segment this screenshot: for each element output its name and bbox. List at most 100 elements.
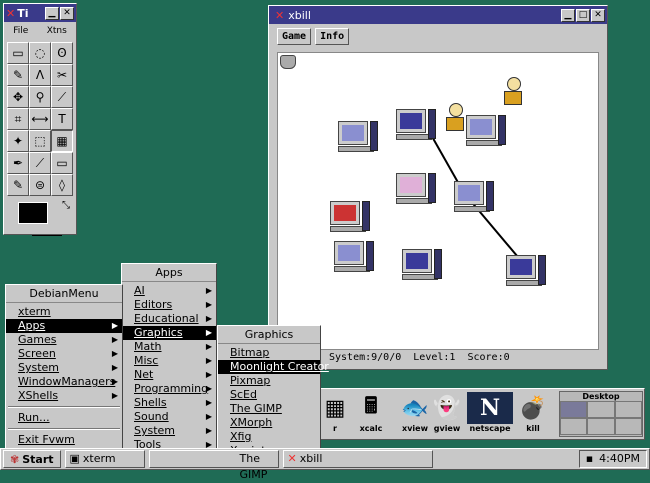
pager-cell[interactable] bbox=[560, 401, 588, 418]
info-button[interactable]: Info bbox=[315, 28, 350, 45]
task-xterm[interactable]: ▣ xterm bbox=[64, 450, 145, 468]
task-xbill[interactable]: ✕ xbill bbox=[282, 450, 433, 468]
ghost-icon: 👻 bbox=[433, 395, 461, 421]
menu-item-system[interactable]: System ▶ bbox=[122, 424, 216, 438]
bill-character-icon[interactable] bbox=[446, 103, 466, 133]
tool-button-icon[interactable]: ʘ bbox=[51, 42, 73, 64]
tool-button-icon[interactable]: ⬚ bbox=[29, 130, 51, 152]
computer-icon[interactable] bbox=[396, 173, 436, 204]
computer-icon[interactable] bbox=[466, 115, 506, 146]
menu-item-xshells[interactable]: XShells ▶ bbox=[6, 389, 122, 403]
game-button[interactable]: Game bbox=[277, 28, 312, 45]
tool-grid: ▭ ◌ ʘ ✎ ᐱ ✂ ✥ ⚲ ⟋ ⌗ ⟷ T ✦ ⬚ ▦ ✒ ⟋ ▭ ✎ ⊜ ◊ bbox=[4, 40, 76, 198]
computer-icon[interactable] bbox=[454, 181, 494, 212]
menu-item-math[interactable]: Math ▶ bbox=[122, 340, 216, 354]
pager-cell[interactable] bbox=[560, 418, 588, 435]
menu-item-apps[interactable]: Apps ▶ bbox=[6, 319, 122, 333]
menu-item-editors[interactable]: Editors ▶ bbox=[122, 298, 216, 312]
tool-button-icon[interactable]: ⟋ bbox=[29, 152, 51, 174]
close-button[interactable]: ✕ bbox=[60, 6, 74, 20]
menu-item-educational[interactable]: Educational ▶ bbox=[122, 312, 216, 326]
menu-file[interactable]: File bbox=[13, 22, 28, 40]
pager-cell[interactable] bbox=[614, 401, 642, 418]
menu-item-screen[interactable]: Screen ▶ bbox=[6, 347, 122, 361]
pager-cell[interactable] bbox=[587, 418, 615, 435]
tool-button-icon[interactable]: ᐱ bbox=[29, 64, 51, 86]
menu-item-xfig[interactable]: Xfig bbox=[218, 430, 320, 444]
menu-item-the-gimp[interactable]: The GIMP bbox=[218, 402, 320, 416]
menu-item-run[interactable]: Run... bbox=[6, 411, 122, 425]
tool-button-icon[interactable]: ✒ bbox=[7, 152, 29, 174]
dock-item-netscape[interactable]: Nnetscape bbox=[467, 392, 513, 438]
menu-item-sced[interactable]: ScEd bbox=[218, 388, 320, 402]
computer-icon[interactable] bbox=[396, 109, 436, 140]
tool-button-icon[interactable]: ✦ bbox=[7, 130, 29, 152]
menu-item-moonlight-creator[interactable]: Moonlight Creator bbox=[218, 360, 329, 374]
menu-item-misc[interactable]: Misc ▶ bbox=[122, 354, 216, 368]
menu-item-shells[interactable]: Shells ▶ bbox=[122, 396, 216, 410]
submenu-arrow-icon: ▶ bbox=[205, 356, 212, 365]
tool-button-icon[interactable]: ⌗ bbox=[7, 108, 29, 130]
menu-item-exit-fvwm[interactable]: Exit Fvwm bbox=[6, 433, 122, 447]
tool-button-icon[interactable]: ✎ bbox=[7, 64, 29, 86]
xbill-playfield[interactable] bbox=[277, 52, 599, 350]
tool-button-icon[interactable]: ▭ bbox=[7, 42, 29, 64]
dock-item-kill[interactable]: 💣 kill bbox=[511, 392, 555, 438]
pager-cell[interactable] bbox=[587, 401, 615, 418]
minimize-button[interactable]: ▁ bbox=[45, 6, 59, 20]
menu-item-ai[interactable]: AI ▶ bbox=[122, 284, 216, 298]
swap-colors-icon[interactable]: ⤡ bbox=[62, 200, 70, 211]
tool-button-icon[interactable]: ◌ bbox=[29, 42, 51, 64]
menu-xtns[interactable]: Xtns bbox=[47, 22, 67, 40]
tool-button-icon[interactable]: ⟋ bbox=[51, 86, 73, 108]
app-dock: ▦ r 🖩 xcalc 🐟 xview 👻 gview Nnetscape 💣 kill … bbox=[320, 388, 645, 440]
menu-item-xterm[interactable]: xterm bbox=[6, 305, 122, 319]
menu-item-xmorph[interactable]: XMorph bbox=[218, 416, 320, 430]
netscape-icon: N bbox=[467, 392, 513, 424]
clock: ▪ 4:40PM bbox=[578, 450, 647, 468]
dock-item-xcalc[interactable]: 🖩 xcalc bbox=[349, 392, 393, 438]
dock-item-gview[interactable]: 👻 gview bbox=[425, 392, 469, 438]
maximize-button[interactable]: □ bbox=[576, 8, 590, 22]
menu-item-games[interactable]: Games ▶ bbox=[6, 333, 122, 347]
menu-item-windowmanagers[interactable]: WindowManagers ▶ bbox=[6, 375, 122, 389]
menu-item-programming[interactable]: Programming ▶ bbox=[122, 382, 216, 396]
tool-button-icon[interactable]: ⚲ bbox=[29, 86, 51, 108]
computer-icon[interactable] bbox=[330, 201, 370, 232]
graphics-menu: Graphics Bitmap Moonlight Creator Pixmap Sc… bbox=[217, 325, 329, 459]
foreground-color[interactable] bbox=[18, 202, 48, 224]
minimize-button[interactable]: ▁ bbox=[561, 8, 575, 22]
menu-item-system[interactable]: System ▶ bbox=[6, 361, 122, 375]
close-button[interactable]: ✕ bbox=[591, 8, 605, 22]
tool-button-icon[interactable]: ▭ bbox=[51, 152, 73, 174]
tool-button-icon[interactable]: ▦ bbox=[51, 130, 73, 152]
tool-button-icon[interactable]: ✎ bbox=[7, 174, 29, 196]
start-button[interactable]: ✾ Start bbox=[3, 450, 61, 468]
menu-item-sound[interactable]: Sound ▶ bbox=[122, 410, 216, 424]
tool-button-icon[interactable]: ✥ bbox=[7, 86, 29, 108]
bill-character-icon[interactable] bbox=[504, 77, 524, 107]
xbill-titlebar[interactable]: ✕ xbill ▁ □ ✕ bbox=[269, 6, 607, 24]
menu-item-graphics[interactable]: Graphics ▶ bbox=[122, 326, 216, 340]
toolbox-titlebar[interactable]: ✕ Ti ▁ ✕ bbox=[4, 4, 76, 22]
tool-button-icon[interactable]: ◊ bbox=[51, 174, 73, 196]
computer-icon[interactable] bbox=[334, 241, 374, 272]
pager-cell[interactable] bbox=[614, 418, 642, 435]
menu-item-pixmap[interactable]: Pixmap bbox=[218, 374, 320, 388]
tray-icon: ▪ bbox=[585, 452, 594, 465]
tool-button-icon[interactable]: ✂ bbox=[51, 64, 73, 86]
menu-item-bitmap[interactable]: Bitmap bbox=[218, 346, 320, 360]
computer-icon[interactable] bbox=[338, 121, 378, 152]
submenu-arrow-icon: ▶ bbox=[205, 398, 212, 407]
task-gimp[interactable]: The GIMP bbox=[148, 450, 279, 481]
tool-button-icon[interactable]: ⟷ bbox=[29, 108, 51, 130]
desktop-pager[interactable]: Desktop bbox=[559, 391, 643, 437]
color-swatch-area[interactable]: ⤡ bbox=[8, 200, 72, 240]
computer-icon[interactable] bbox=[402, 249, 442, 280]
tool-button-icon[interactable]: ⊜ bbox=[29, 174, 51, 196]
menu-item-net[interactable]: Net ▶ bbox=[122, 368, 216, 382]
x-logo-icon: ✕ bbox=[275, 8, 285, 22]
submenu-arrow-icon: ▶ bbox=[205, 286, 212, 295]
computer-icon[interactable] bbox=[506, 255, 546, 286]
tool-button-icon[interactable]: T bbox=[51, 108, 73, 130]
